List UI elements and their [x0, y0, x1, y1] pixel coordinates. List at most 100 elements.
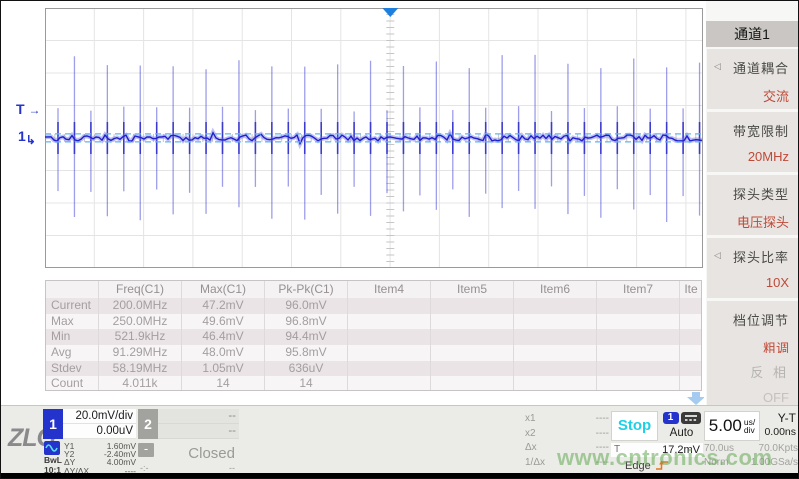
readout-label: x1: [525, 412, 536, 427]
table-row: Avg91.29MHz48.0mV95.8mV: [46, 345, 701, 361]
channel2-extra: --: [229, 463, 235, 473]
trigger-level-marker[interactable]: T →: [16, 102, 40, 117]
cell: 96.0mV: [265, 298, 348, 314]
oscilloscope-app: T → 1↳ Freq(C1)Max(C1)Pk-Pk(C1)Item4Item…: [0, 0, 799, 479]
cell: [348, 329, 431, 345]
channel2-offset: --: [158, 424, 239, 439]
channel1-scale: 20.0mV/div: [63, 409, 136, 424]
cell: 95.8mV: [265, 345, 348, 361]
channel1-offset: 0.00uV: [63, 424, 136, 439]
row-label: Stdev: [46, 361, 99, 377]
menu-item-2[interactable]: 带宽限制20MHz: [707, 112, 798, 172]
cell: 94.4mV: [265, 329, 348, 345]
row-label: Count: [46, 376, 99, 391]
cell: Item6: [514, 281, 597, 298]
menu-item-value: OFF: [707, 390, 789, 405]
channel2-scale: --: [158, 409, 239, 424]
readout-row: x2 ----: [525, 427, 609, 442]
display-mode-block: Y-T 0.00ns: [761, 411, 798, 438]
cell: [597, 345, 680, 361]
cell: [348, 345, 431, 361]
cell: 200.0MHz: [99, 298, 182, 314]
cell: [680, 345, 702, 361]
cell: [431, 314, 514, 330]
trigger-source-badge[interactable]: 1: [663, 412, 679, 424]
cell: Max(C1): [182, 281, 265, 298]
channel2-ratio: -:-: [140, 463, 149, 473]
expand-left-icon: ◁: [714, 250, 721, 261]
timebase-button[interactable]: 5.00 us/div: [704, 411, 760, 441]
cell: 1.05mV: [182, 361, 265, 377]
cell: Item7: [597, 281, 680, 298]
menu-item-value: 电压探头: [707, 212, 789, 231]
ac-coupling-icon: [44, 441, 60, 455]
cell: [597, 329, 680, 345]
channel1-position-marker[interactable]: 1↳: [18, 129, 36, 144]
cell: 14: [265, 376, 348, 391]
trigger-source-block[interactable]: 1 Auto: [660, 411, 703, 441]
cell: 48.0mV: [182, 345, 265, 361]
channel2-badge[interactable]: 2: [138, 409, 158, 439]
cell: [348, 361, 431, 377]
menu-item-label: 探头类型: [707, 184, 789, 203]
cell: [597, 314, 680, 330]
cell: [680, 376, 702, 391]
channel2-coupling-badge: -: [138, 443, 154, 457]
cell: 58.19MHz: [99, 361, 182, 377]
cell: Ite: [680, 281, 702, 298]
row-label: Max: [46, 314, 99, 330]
readout-row: x1----: [525, 412, 609, 427]
cell: [348, 314, 431, 330]
cell: 96.8mV: [265, 314, 348, 330]
cell: [597, 361, 680, 377]
row-label: [46, 281, 99, 298]
cell: [348, 298, 431, 314]
bandwidth-limit-label: BwL: [44, 455, 63, 465]
menu-item-6[interactable]: 反 相 OFF: [707, 353, 798, 405]
readout-label: 1/Δx: [525, 456, 545, 471]
table-row: Current200.0MHz47.2mV96.0mV: [46, 298, 701, 314]
cell: 250.0MHz: [99, 314, 182, 330]
watermark: www.cntronics.com: [557, 445, 773, 471]
trigger-delay: 0.00ns: [761, 426, 796, 438]
waveform-svg: [45, 8, 703, 268]
readout-value: ----: [596, 427, 609, 442]
menu-title: 通道1: [706, 21, 798, 47]
measurement-table: Freq(C1)Max(C1)Pk-Pk(C1)Item4Item5Item6I…: [45, 280, 702, 391]
cell: [431, 345, 514, 361]
table-row: Count4.011k1414: [46, 376, 701, 391]
cell: Item5: [431, 281, 514, 298]
menu-item-label: 档位调节: [707, 310, 789, 329]
menu-item-3[interactable]: 探头类型电压探头: [707, 175, 798, 235]
readout-label: x2: [525, 427, 536, 442]
channel2-status: Closed: [188, 445, 235, 462]
cell: [431, 329, 514, 345]
menu-item-4[interactable]: ◁探头比率10X: [707, 238, 798, 298]
row-label: Min: [46, 329, 99, 345]
row-label: Current: [46, 298, 99, 314]
menu-item-value: 交流: [707, 86, 789, 105]
run-state-button[interactable]: Stop: [611, 411, 658, 441]
cell: [514, 298, 597, 314]
cell: [680, 329, 702, 345]
cell: [431, 361, 514, 377]
channel1-status-block[interactable]: 1 20.0mV/div 0.00uV BwL 10:1 Y11.60mVY2-…: [43, 409, 136, 474]
menu-item-label: 反 相: [707, 362, 789, 381]
cell: [431, 376, 514, 391]
cell: Freq(C1): [99, 281, 182, 298]
cell: 49.6mV: [182, 314, 265, 330]
table-header-row: Freq(C1)Max(C1)Pk-Pk(C1)Item4Item5Item6I…: [46, 281, 701, 298]
channel2-status-block[interactable]: 2 -- -- - Closed -:- --: [138, 409, 239, 474]
table-row: Stdev58.19MHz1.05mV636uV: [46, 361, 701, 377]
channel1-badge[interactable]: 1: [43, 409, 63, 439]
expand-left-icon: ◁: [714, 61, 721, 72]
menu-item-1[interactable]: ◁通道耦合交流: [707, 49, 798, 109]
cell: [514, 329, 597, 345]
waveform-display[interactable]: [45, 8, 703, 268]
menu-item-value: 10X: [707, 275, 789, 290]
row-label: Avg: [46, 345, 99, 361]
cell: [514, 376, 597, 391]
cell: [514, 361, 597, 377]
cell: [431, 298, 514, 314]
menu-item-5[interactable]: 档位调节粗调: [707, 301, 798, 361]
